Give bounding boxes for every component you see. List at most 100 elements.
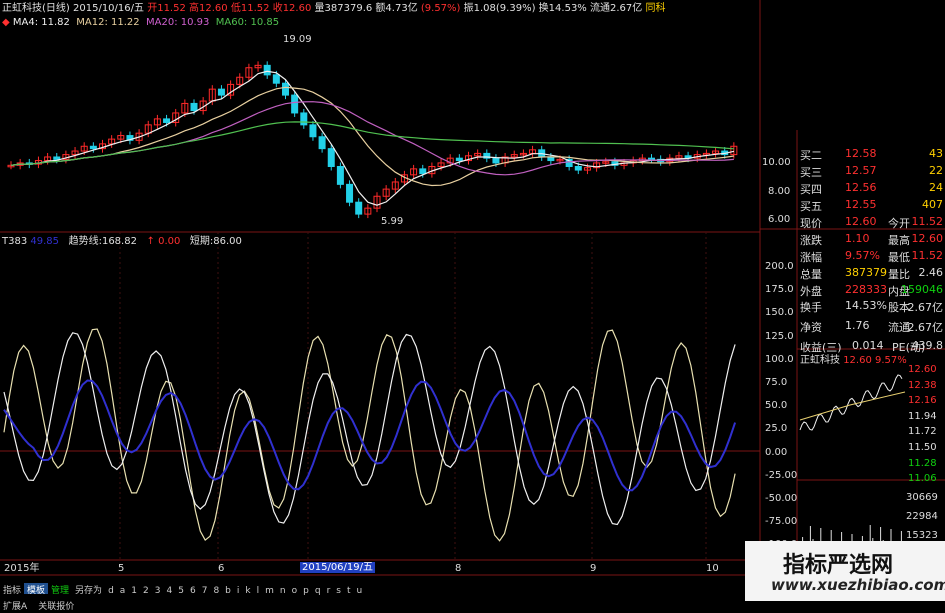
tab-17[interactable]: l <box>254 586 263 596</box>
tab-23[interactable]: r <box>324 586 334 596</box>
tab-4[interactable]: d <box>105 586 117 596</box>
stat-row: 换手 14.53% 股本 2.67亿 <box>800 297 943 314</box>
ind-axis-label: 200.0 <box>765 261 794 272</box>
indicator-name[interactable]: T383 <box>2 236 27 247</box>
low-annotation: 5.99 <box>381 216 404 227</box>
bottom-bar: 扩展A 关联报价 <box>0 594 78 612</box>
tab-26[interactable]: u <box>354 586 366 596</box>
x-label-5: 5 <box>118 563 125 574</box>
bid-row: 买二 12.58 43 <box>800 145 943 162</box>
bid-volume: 22 <box>929 164 943 177</box>
ind-axis-label: 75.0 <box>765 377 788 388</box>
tab-16[interactable]: k <box>242 586 253 596</box>
indicator-line-blue <box>3 379 737 492</box>
ma4-label: MA4: 11.82 <box>12 17 70 28</box>
stat-row: 涨幅 9.57% 最低 11.52 <box>800 247 943 264</box>
stat-label-2: 今开 <box>888 217 910 230</box>
bid-volume: 43 <box>929 147 943 160</box>
candle-body <box>217 88 225 96</box>
candle-body <box>309 124 317 138</box>
tab-7[interactable]: 2 <box>140 586 152 596</box>
bid-row: 买三 12.57 22 <box>800 162 943 179</box>
ind-axis-label: 25.0 <box>765 423 788 435</box>
amt-value: 4.73亿 <box>385 3 418 14</box>
stat-label-2: 最高 <box>888 234 910 247</box>
tab-20[interactable]: o <box>289 586 301 596</box>
tab-9[interactable]: 4 <box>164 586 176 596</box>
arrow-icon: ↑ <box>146 236 155 247</box>
bid-label: 买二 <box>800 149 822 162</box>
stat-value: 1.76 <box>845 319 870 332</box>
stat-value-2: 2.67亿 <box>907 301 944 314</box>
stat-value: 387379 <box>845 266 887 279</box>
zero-value: 0.00 <box>158 236 181 247</box>
x-label-10: 10 <box>706 563 719 574</box>
bid-price: 12.57 <box>845 164 877 177</box>
ma12-line <box>10 86 734 187</box>
mini-title: 正虹科技 <box>800 355 840 366</box>
bid-label: 买四 <box>800 183 822 196</box>
mini-vol-label: 15323 <box>906 530 938 541</box>
tab-13[interactable]: 8 <box>210 586 222 596</box>
mini-axis-label: 11.50 <box>908 442 937 453</box>
candle-body <box>89 145 97 150</box>
stat-label: 收益(三) <box>800 341 842 354</box>
open-value: 11.52 <box>157 3 186 14</box>
tab-19[interactable]: n <box>277 586 289 596</box>
price-axis-8: 8.00 <box>768 186 791 197</box>
stat-value: 12.60 <box>845 215 877 228</box>
stat-label-2: 量比 <box>888 268 910 281</box>
tab-12[interactable]: 7 <box>199 586 211 596</box>
related-quote-tab[interactable]: 关联报价 <box>35 599 77 612</box>
candle-body <box>53 156 61 160</box>
candle-body <box>300 112 308 126</box>
stat-row: 收益(三) 0.014 PE(动) 439.8 <box>800 337 943 354</box>
tab-25[interactable]: t <box>344 586 354 596</box>
stat-value-2: 2.46 <box>918 266 944 279</box>
diamond-icon: ◆ <box>2 17 10 28</box>
tab-5[interactable]: a <box>117 586 129 596</box>
stat-row: 现价 12.60 今开 11.52 <box>800 213 943 230</box>
bid-label: 买三 <box>800 166 822 179</box>
tab-21[interactable]: p <box>300 586 312 596</box>
stat-value: 0.014 <box>852 339 884 352</box>
x-label-8: 8 <box>455 563 462 574</box>
bid-volume: 407 <box>922 198 943 211</box>
ind-axis-label: 50.0 <box>765 400 788 412</box>
bid-label: 买五 <box>800 200 822 213</box>
tab-24[interactable]: s <box>333 586 344 596</box>
watermark: 指标严选网 www.xuezhibiao.com <box>745 541 945 601</box>
tab-10[interactable]: 5 <box>175 586 187 596</box>
trend-label: 趋势线: <box>68 236 102 247</box>
price-axis-10: 10.00 <box>762 157 791 168</box>
candle-body <box>327 148 335 167</box>
stat-row: 总量 387379 量比 2.46 <box>800 264 943 281</box>
ma20-line <box>10 101 734 176</box>
more-link[interactable]: 同科 <box>645 3 665 14</box>
tab-11[interactable]: 6 <box>187 586 199 596</box>
high-value: 12.60 <box>199 3 228 14</box>
tab-14[interactable]: b <box>222 586 234 596</box>
stat-label: 涨跌 <box>800 234 822 247</box>
extend-a-tab[interactable]: 扩展A <box>0 599 30 612</box>
stat-value: 228333 <box>845 283 887 296</box>
stat-value-2: 439.8 <box>911 339 944 352</box>
x-label-9: 9 <box>590 563 597 574</box>
ind-axis-label: 150.0 <box>765 307 794 319</box>
bid-price: 12.55 <box>845 198 877 211</box>
stat-value-2: 2.67亿 <box>907 321 944 334</box>
candle-body <box>355 201 363 215</box>
mini-vol-label: 22984 <box>906 511 938 522</box>
tab-22[interactable]: q <box>312 586 324 596</box>
tab-18[interactable]: m <box>262 586 277 596</box>
mini-axis-label: 11.94 <box>908 410 937 422</box>
tab-8[interactable]: 3 <box>152 586 164 596</box>
close-value: 12.60 <box>282 3 312 14</box>
tab-15[interactable]: i <box>234 586 243 596</box>
change-value: (9.57%) <box>420 3 461 14</box>
amp-label: 振 <box>463 3 474 14</box>
tab-6[interactable]: 1 <box>128 586 140 596</box>
stat-value: 1.10 <box>845 232 870 245</box>
ma20-label: MA20: 10.93 <box>146 17 210 28</box>
mini-axis-label: 11.06 <box>908 473 937 485</box>
